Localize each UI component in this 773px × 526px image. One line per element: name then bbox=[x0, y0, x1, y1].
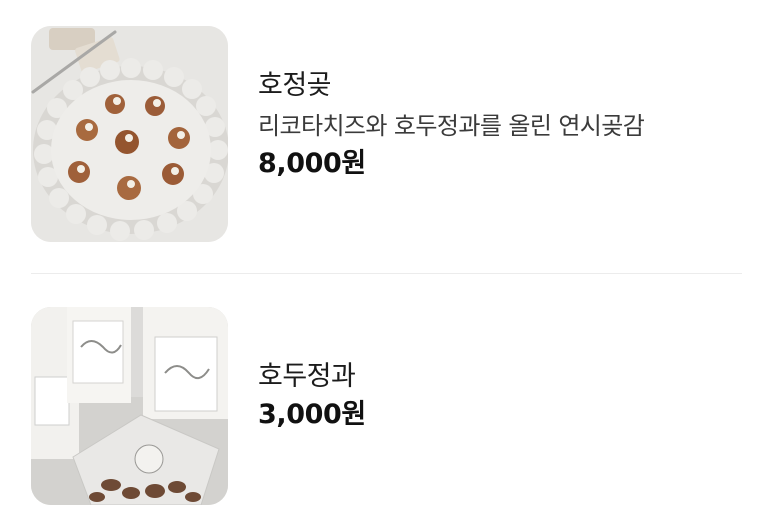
product-price: 3,000원 bbox=[258, 399, 366, 430]
product-image[interactable] bbox=[31, 26, 228, 242]
product-info: 호두정과 3,000원 bbox=[258, 360, 366, 432]
product-price: 8,000원 bbox=[258, 148, 366, 179]
packaged-walnut-photo-icon bbox=[31, 307, 228, 505]
dessert-plate-photo-icon bbox=[31, 26, 228, 242]
product-description: 리코타치즈와 호두정과를 올린 연시곶감 bbox=[258, 112, 645, 140]
product-card-hodujeonggwa[interactable]: 호두정과 3,000원 bbox=[31, 307, 743, 505]
list-divider bbox=[31, 273, 742, 274]
product-name: 호두정과 bbox=[258, 361, 356, 392]
product-image[interactable] bbox=[31, 307, 228, 505]
product-info: 호정곶 리코타치즈와 호두정과를 올린 연시곶감 8,000원 bbox=[258, 69, 645, 181]
product-name: 호정곶 bbox=[258, 70, 332, 101]
product-card-hojeonggot[interactable]: 호정곶 리코타치즈와 호두정과를 올린 연시곶감 8,000원 bbox=[31, 26, 743, 242]
